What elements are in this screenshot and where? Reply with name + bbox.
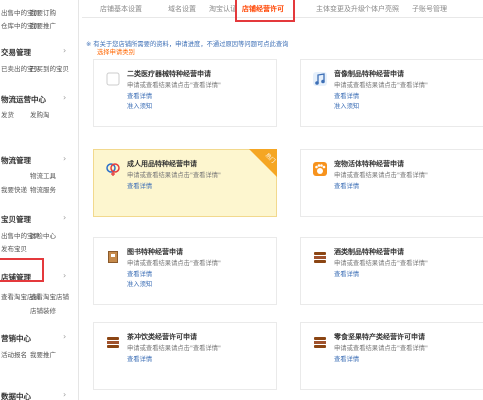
- card-desc: 申请或查看结果请点击"查看详情": [334, 82, 428, 89]
- chevron-right-icon[interactable]: ›: [63, 93, 66, 102]
- highlight-box: [0, 258, 44, 282]
- snack-icon: [314, 337, 326, 348]
- license-card: 音像制品特种经营申请 申请或查看结果请点击"查看详情" 查看详情 准入须知: [300, 59, 483, 127]
- view-details-link[interactable]: 查看详情: [127, 91, 152, 100]
- section-title: 选择申请类别: [97, 49, 135, 56]
- card-desc: 申请或查看结果请点击"查看详情": [127, 345, 221, 352]
- view-details-link[interactable]: 查看详情: [334, 354, 359, 363]
- chevron-right-icon[interactable]: ›: [63, 332, 66, 341]
- license-card: 二类医疗器械特种经营申请 申请或查看结果请点击"查看详情" 查看详情 准入须知: [93, 59, 277, 127]
- sidebar-group-title[interactable]: 营销中心: [1, 333, 31, 344]
- sidebar-link[interactable]: 我要订购: [30, 7, 56, 17]
- card-title: 茶冲饮类经营许可申请: [127, 333, 197, 341]
- tab-taobao-certification[interactable]: 淘宝认证: [209, 4, 237, 14]
- sidebar-link[interactable]: 物流服务: [30, 184, 56, 194]
- view-details-link[interactable]: 查看详情: [334, 91, 359, 100]
- chevron-right-icon[interactable]: ›: [63, 213, 66, 222]
- card-desc: 申请或查看结果请点击"查看详情": [127, 82, 221, 89]
- view-details-link[interactable]: 查看详情: [127, 181, 152, 190]
- view-details-link[interactable]: 查看详情: [334, 181, 359, 190]
- sidebar-link[interactable]: 我要推广: [30, 20, 56, 30]
- card-title: 音像制品特种经营申请: [334, 70, 404, 78]
- sidebar-group-title[interactable]: 宝贝管理: [1, 214, 31, 225]
- card-desc: 申请或查看结果请点击"查看详情": [334, 345, 428, 352]
- card-title: 图书特种经营申请: [127, 248, 183, 256]
- card-title: 二类医疗器械特种经营申请: [127, 70, 211, 78]
- license-card: 图书特种经营申请 申请或查看结果请点击"查看详情" 查看详情 准入须知: [93, 237, 277, 305]
- license-card: 酒类制品特种经营申请 申请或查看结果请点击"查看详情" 查看详情: [300, 237, 483, 305]
- chevron-right-icon[interactable]: ›: [63, 154, 66, 163]
- license-card: 宠物活体特种经营申请 申请或查看结果请点击"查看详情" 查看详情: [300, 149, 483, 217]
- license-card: 零食坚果特产类经营许可申请 申请或查看结果请点击"查看详情" 查看详情: [300, 322, 483, 390]
- license-card-highlighted: 成人用品特种经营申请 申请或查看结果请点击"查看详情" 查看详情 热门: [93, 149, 277, 217]
- access-notice-link[interactable]: 准入须知: [127, 101, 152, 110]
- tab-domain-settings[interactable]: 域名设置: [168, 4, 196, 14]
- medical-icon: [106, 72, 120, 86]
- sidebar-group-title[interactable]: 物流管理: [1, 155, 31, 166]
- sidebar-link[interactable]: 我要推广: [30, 349, 56, 359]
- sidebar-link[interactable]: 物流工具: [30, 170, 56, 180]
- sidebar-group-title[interactable]: 物流运营中心: [1, 94, 46, 105]
- card-title: 宠物活体特种经营申请: [334, 160, 404, 168]
- sidebar-link[interactable]: 我要快递: [1, 184, 27, 194]
- card-desc: 申请或查看结果请点击"查看详情": [127, 172, 221, 179]
- view-details-link[interactable]: 查看详情: [127, 269, 152, 278]
- hot-badge: 热门: [249, 149, 277, 177]
- sidebar-group-title[interactable]: 数据中心: [1, 391, 31, 400]
- sidebar-link[interactable]: 体检中心: [30, 230, 56, 240]
- card-title: 成人用品特种经营申请: [127, 160, 197, 168]
- book-icon: [108, 251, 118, 263]
- card-title: 零食坚果特产类经营许可申请: [334, 333, 425, 341]
- sidebar-link[interactable]: 发货: [1, 109, 14, 119]
- sidebar-link[interactable]: 活动报名: [1, 349, 27, 359]
- card-desc: 申请或查看结果请点击"查看详情": [334, 172, 428, 179]
- wine-icon: [314, 252, 326, 263]
- sidebar-link[interactable]: 店铺装修: [30, 305, 56, 315]
- tab-basic-settings[interactable]: 店铺基本设置: [100, 4, 142, 14]
- tab-individual-license[interactable]: 个体户亮照: [364, 4, 399, 14]
- sidebar-link[interactable]: 发购淘: [30, 109, 50, 119]
- sidebar-link[interactable]: 已买到的宝贝: [30, 63, 69, 73]
- highlight-box: [235, 0, 295, 22]
- view-details-link[interactable]: 查看详情: [127, 354, 152, 363]
- tea-icon: [107, 337, 119, 348]
- chevron-right-icon[interactable]: ›: [63, 46, 66, 55]
- sidebar: 出售中的宝贝 我要订购 仓库中的宝贝 我要推广 交易管理 › 已卖出的宝贝 已买…: [0, 0, 79, 400]
- chevron-right-icon[interactable]: ›: [63, 271, 66, 280]
- access-notice-link[interactable]: 准入须知: [334, 101, 359, 110]
- access-notice-link[interactable]: 准入须知: [127, 279, 152, 288]
- tab-entity-change[interactable]: 主体变更及升级: [316, 4, 365, 14]
- paw-icon: [313, 162, 327, 176]
- card-title: 酒类制品特种经营申请: [334, 248, 404, 256]
- card-desc: 申请或查看结果请点击"查看详情": [334, 260, 428, 267]
- music-note-icon: [313, 72, 327, 86]
- sidebar-link[interactable]: 查看淘宝店铺: [30, 291, 69, 301]
- sidebar-group-title[interactable]: 交易管理: [1, 47, 31, 58]
- view-details-link[interactable]: 查看详情: [334, 269, 359, 278]
- license-card: 茶冲饮类经营许可申请 申请或查看结果请点击"查看详情" 查看详情: [93, 322, 277, 390]
- card-desc: 申请或查看结果请点击"查看详情": [127, 260, 221, 267]
- gender-icon: [106, 163, 120, 176]
- tab-sub-account[interactable]: 子账号管理: [412, 4, 447, 14]
- sidebar-link[interactable]: 发布宝贝: [1, 243, 27, 253]
- chevron-right-icon[interactable]: ›: [63, 390, 66, 399]
